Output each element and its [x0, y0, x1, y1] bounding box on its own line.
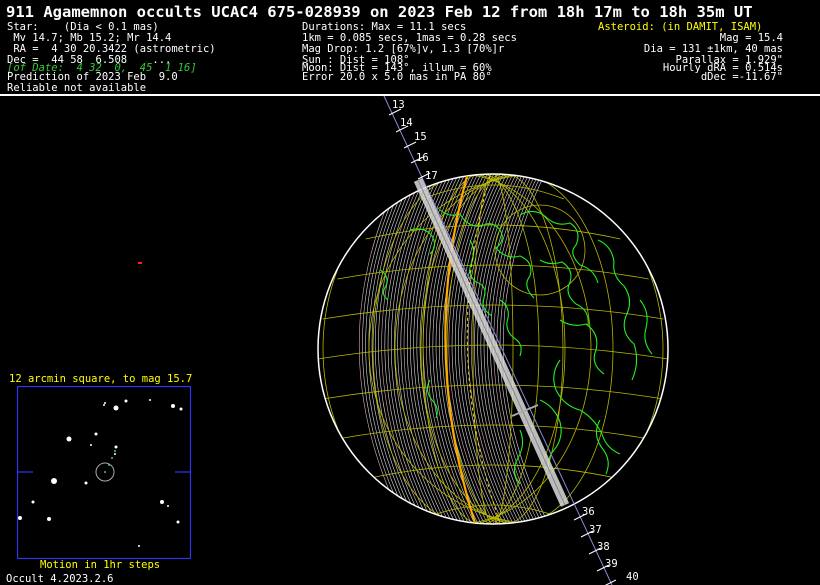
- track-label-15: 15: [414, 131, 427, 143]
- track-label-38: 38: [597, 541, 610, 553]
- red-marker: [138, 262, 142, 264]
- track-label-36: 36: [582, 506, 595, 518]
- track-label-16: 16: [416, 152, 429, 164]
- track-label-37: 37: [589, 524, 602, 536]
- version-label: Occult 4.2023.2.6: [6, 573, 114, 585]
- hourly-ddec: dDec =-11.67": [700, 71, 783, 83]
- occult-prediction-window: 911 Agamemnon occults UCAC4 675-028939 o…: [0, 0, 820, 585]
- track-label-17: 17: [425, 170, 438, 182]
- track-label-13: 13: [392, 99, 405, 111]
- track-label-40: 40: [626, 571, 639, 583]
- error-ellipse: Error 20.0 x 5.0 mas in PA 80°: [302, 71, 492, 83]
- starfield-title: 12 arcmin square, to mag 15.7: [9, 373, 193, 385]
- starfield-chart: [17, 386, 191, 559]
- reliability-note: Reliable not available: [7, 82, 147, 94]
- event-title: 911 Agamemnon occults UCAC4 675-028939 o…: [6, 3, 753, 21]
- track-label-14: 14: [400, 117, 413, 129]
- sunset-limit-curve: [444, 175, 477, 524]
- track-label-39: 39: [605, 558, 618, 570]
- starfield-footer: Motion in 1hr steps: [40, 559, 161, 571]
